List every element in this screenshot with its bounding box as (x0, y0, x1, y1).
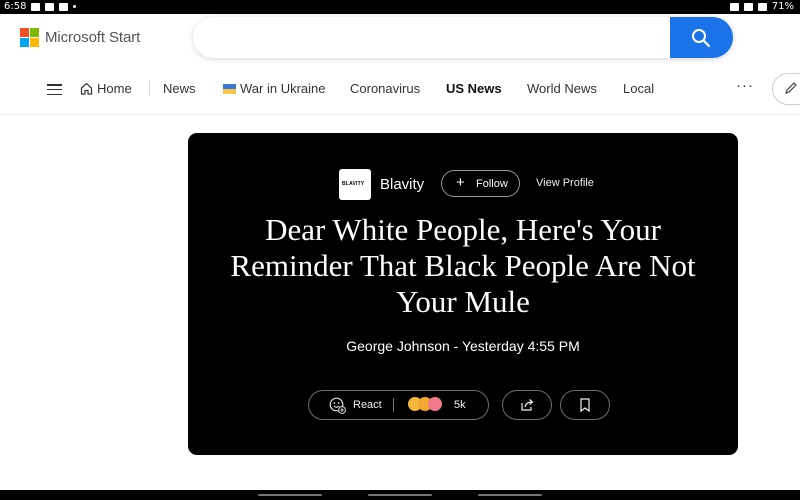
nav-item-label: Home (97, 81, 132, 96)
search-icon (692, 29, 710, 47)
nav-item-news[interactable]: News (163, 81, 196, 96)
bookmark-icon (580, 398, 590, 413)
reaction-count: 5k (454, 399, 466, 411)
nav-item-home[interactable]: Home (80, 81, 132, 96)
key-icon (729, 2, 739, 11)
photo-notification-icon (45, 2, 55, 11)
wifi-icon (757, 2, 767, 11)
share-icon (521, 399, 534, 411)
share-button[interactable] (502, 390, 552, 420)
nav-item-coronavirus[interactable]: Coronavirus (350, 81, 420, 96)
nav-divider (149, 81, 150, 96)
sync-icon (743, 2, 753, 11)
save-button[interactable] (560, 390, 610, 420)
status-bar: 6:58 71% (0, 0, 800, 14)
menu-icon[interactable] (47, 84, 62, 96)
follow-label: Follow (476, 178, 508, 190)
microsoft-logo-icon (20, 28, 39, 47)
article-headline: Dear White People, Here's Your Reminder … (230, 212, 696, 319)
nav-item-us-news[interactable]: US News (446, 81, 502, 96)
shield-notification-icon (59, 2, 69, 11)
system-navigation-bar (0, 490, 800, 500)
pencil-icon (785, 82, 797, 94)
more-options-icon[interactable]: ··· (736, 77, 754, 94)
search-input[interactable] (209, 25, 663, 51)
react-label: React (353, 399, 382, 411)
search-box (193, 17, 733, 58)
react-button[interactable]: React 5k (308, 390, 489, 420)
ukraine-flag-icon (223, 84, 236, 94)
reaction-summary (408, 397, 448, 413)
search-button[interactable] (670, 17, 733, 58)
article-header-card: BLAVITY Blavity + Follow View Profile De… (188, 133, 738, 455)
article-actions: React 5k (308, 390, 628, 420)
nav-item-war-in-ukraine[interactable]: War in Ukraine (223, 81, 325, 96)
heart-emoji-icon (428, 397, 442, 411)
microsoft-start-logo[interactable]: Microsoft Start (20, 28, 140, 47)
nav-handle[interactable] (368, 494, 432, 496)
nav-item-label: War in Ukraine (240, 81, 326, 96)
divider (393, 398, 394, 412)
publisher-logo[interactable]: BLAVITY (339, 169, 371, 200)
nav-handle[interactable] (258, 494, 322, 496)
publisher-row: BLAVITY Blavity + Follow View Profile (339, 169, 659, 200)
nav-item-local[interactable]: Local (623, 81, 654, 96)
site-header: Microsoft Start (0, 14, 800, 64)
youtube-notification-icon (31, 2, 41, 11)
follow-button[interactable]: + Follow (441, 170, 520, 197)
publisher-logo-text: BLAVITY (342, 181, 365, 187)
home-icon (80, 82, 93, 95)
personalize-button[interactable] (772, 73, 800, 105)
category-nav: Home News War in Ukraine Coronavirus US … (0, 64, 800, 115)
plus-icon: + (456, 174, 465, 191)
more-notifications-icon (73, 5, 77, 8)
nav-handle[interactable] (478, 494, 542, 496)
add-reaction-icon (329, 397, 346, 414)
article-byline: George Johnson - Yesterday 4:55 PM (346, 338, 580, 354)
brand-name: Microsoft Start (45, 29, 141, 46)
battery-level: 71% (771, 1, 794, 12)
status-time: 6:58 (4, 1, 27, 12)
view-profile-link[interactable]: View Profile (536, 177, 594, 189)
publisher-name[interactable]: Blavity (380, 176, 424, 193)
nav-item-world-news[interactable]: World News (527, 81, 597, 96)
